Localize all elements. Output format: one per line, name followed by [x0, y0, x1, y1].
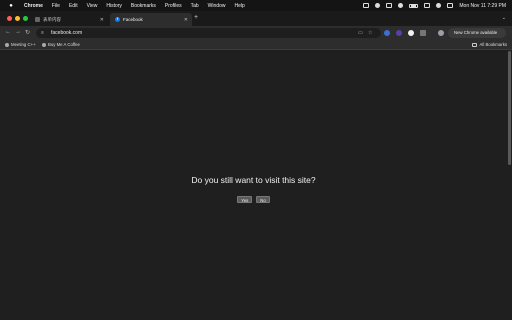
bookmarks-bar: Meeting C++ Buy Me A Coffee All Bookmark… — [0, 40, 512, 50]
menu-view[interactable]: View — [87, 3, 98, 9]
menu-help[interactable]: Help — [234, 3, 244, 9]
bookmark-favicon — [42, 42, 46, 47]
tab-title: 表单内容 — [43, 16, 61, 22]
yes-button[interactable]: Yes — [237, 196, 253, 203]
visit-site-prompt: Do you still want to visit this site? — [191, 175, 316, 185]
page-icon — [35, 17, 40, 22]
apple-menu-icon[interactable]: ● — [7, 3, 15, 9]
close-tab-icon[interactable]: ✕ — [184, 17, 188, 23]
close-tab-icon[interactable]: ✕ — [100, 17, 104, 23]
tab-title: Facebook — [123, 17, 143, 22]
back-arrow-icon[interactable]: ← — [5, 29, 11, 35]
menu-window[interactable]: Window — [208, 3, 226, 9]
menu-chrome[interactable]: Chrome — [24, 3, 43, 9]
page-scrollbar[interactable] — [507, 51, 512, 320]
bookmark-buy-me-a-coffee[interactable]: Buy Me A Coffee — [42, 42, 80, 47]
profile-avatar[interactable] — [438, 30, 444, 36]
bookmark-star-icon[interactable]: ☆ — [368, 30, 372, 36]
facebook-icon: f — [115, 17, 120, 22]
menu-tab[interactable]: Tab — [191, 3, 199, 9]
bookmark-label: Meeting C++ — [11, 42, 36, 48]
site-info-icon[interactable]: ≡ — [41, 30, 44, 36]
menu-history[interactable]: History — [106, 3, 122, 9]
extension-icon[interactable] — [408, 30, 414, 36]
extension-icon[interactable] — [396, 30, 402, 36]
window-controls — [7, 16, 28, 21]
side-panel-icon[interactable] — [420, 30, 426, 36]
scrollbar-thumb[interactable] — [508, 51, 511, 165]
search-icon[interactable] — [436, 3, 442, 8]
new-chrome-available-button[interactable]: New Chrome available — [448, 28, 506, 38]
battery-icon[interactable] — [409, 3, 419, 8]
reload-icon[interactable]: ↻ — [25, 29, 30, 36]
tab-search-chevron-icon[interactable]: ⌄ — [502, 15, 506, 21]
control-center-icon[interactable] — [447, 3, 454, 8]
status-area: Mon Nov 11 7:29 PM — [363, 0, 506, 11]
bookmark-meeting-cpp[interactable]: Meeting C++ — [5, 42, 36, 47]
screen-icon[interactable] — [363, 3, 370, 8]
extension-icon[interactable] — [384, 30, 390, 36]
bookmark-favicon — [5, 42, 9, 47]
browser-toolbar: ← → ↻ ≡ facebook.com ▭ ☆ New Chrome avai… — [0, 26, 512, 40]
tab-strip: 表单内容 ✕ f Facebook ✕ + ⌄ — [0, 11, 512, 26]
wifi-icon[interactable] — [424, 3, 431, 8]
menu-profiles[interactable]: Profiles — [165, 3, 182, 9]
no-button[interactable]: No — [256, 196, 270, 203]
menu-file[interactable]: File — [52, 3, 60, 9]
macos-menu-bar: ● Chrome File Edit View History Bookmark… — [0, 0, 512, 11]
display-icon[interactable] — [386, 3, 393, 8]
tab-facebook[interactable]: f Facebook ✕ — [110, 13, 192, 26]
url-text[interactable]: facebook.com — [51, 30, 82, 36]
menu-edit[interactable]: Edit — [69, 3, 78, 9]
cast-icon[interactable]: ▭ — [358, 30, 363, 36]
minimize-window-button[interactable] — [15, 16, 20, 21]
folder-icon — [471, 42, 477, 47]
all-bookmarks-label: All Bookmarks — [479, 42, 507, 48]
prompt-buttons: Yes No — [0, 196, 507, 203]
zoom-window-button[interactable] — [23, 16, 28, 21]
tab-form-content[interactable]: 表单内容 ✕ — [30, 13, 108, 26]
record-icon[interactable] — [375, 3, 381, 8]
page-content: Do you still want to visit this site? Ye… — [0, 51, 507, 320]
all-bookmarks-button[interactable]: All Bookmarks — [471, 42, 507, 48]
new-tab-icon[interactable]: + — [194, 14, 198, 21]
menu-bookmarks[interactable]: Bookmarks — [131, 3, 156, 9]
menu-clock[interactable]: Mon Nov 11 7:29 PM — [459, 3, 506, 9]
bookmark-label: Buy Me A Coffee — [48, 42, 80, 48]
close-window-button[interactable] — [7, 16, 12, 21]
address-bar[interactable]: ≡ facebook.com ▭ ☆ — [36, 28, 381, 38]
forward-arrow-icon[interactable]: → — [15, 29, 21, 35]
media-icon[interactable] — [398, 3, 404, 8]
